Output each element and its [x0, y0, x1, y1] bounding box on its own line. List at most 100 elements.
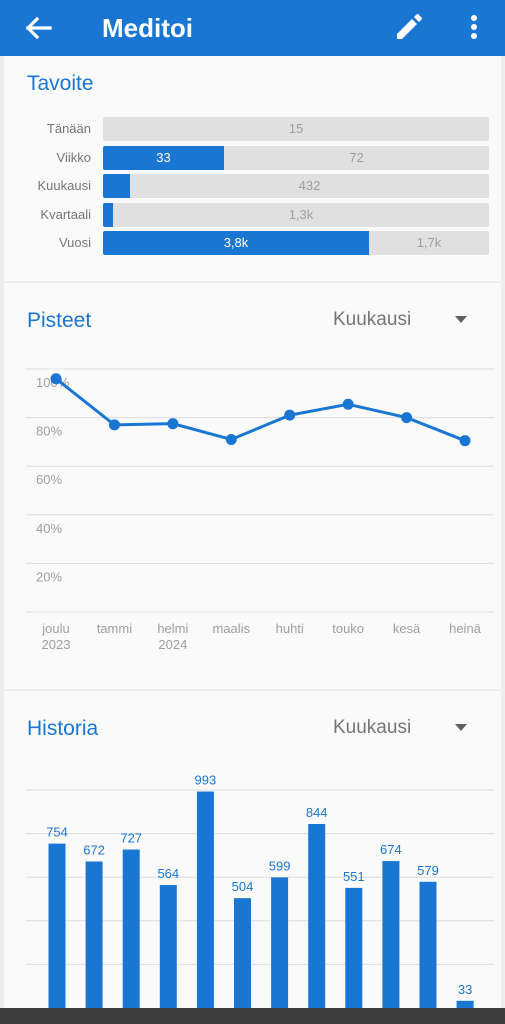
bar-value-label: 564 [157, 866, 179, 881]
goal-remaining-value: 1,7k [416, 235, 442, 250]
goal-done-value: 33 [156, 149, 171, 165]
x-tick-label: huhti [276, 621, 304, 636]
x-tick-label-line: 2024 [158, 637, 187, 652]
goal-remaining-value: 72 [349, 149, 364, 165]
x-tick-label: touko [332, 621, 364, 636]
data-point [108, 419, 120, 431]
data-point [401, 412, 413, 424]
goal-progress-track: 3,8k 1,7k [103, 231, 489, 255]
history-bar [196, 791, 214, 1024]
data-point [50, 373, 62, 385]
points-card: Pisteet Kuukausi 20%40%60%80%100%joulu20… [4, 283, 501, 689]
points-title: Pisteet [27, 309, 92, 332]
goal-row-label: Viikko [56, 149, 91, 165]
more-vert-icon [471, 15, 477, 39]
history-bar [122, 849, 140, 1024]
goal-row-label: Vuosi [58, 235, 91, 250]
x-tick-label-line: joulu [41, 621, 69, 636]
history-bar [85, 861, 103, 1024]
app-bar: Meditoi [0, 0, 505, 56]
x-tick-label-line: kesä [393, 621, 421, 636]
goal-progress-track: 15 [103, 117, 489, 141]
x-tick-label: tammi [97, 621, 133, 636]
pencil-icon [397, 14, 422, 39]
x-tick-label-line: touko [332, 621, 364, 636]
goal-card: Tavoite Tänään 15 Viikko 33 72 Kuukausi 432 Kva… [4, 56, 501, 281]
data-point [342, 398, 354, 410]
data-point [459, 435, 471, 447]
app-title: Meditoi [102, 13, 193, 43]
y-tick-label: 60% [36, 472, 62, 487]
goal-progress-track: 1,3k [103, 202, 489, 227]
system-nav-bar [0, 1008, 505, 1024]
history-bar [159, 885, 177, 1024]
goal-row: Kuukausi 432 [4, 174, 501, 198]
history-period-label: Kuukausi [333, 717, 412, 738]
bar-value-label: 672 [83, 843, 105, 858]
goal-row-label: Kuukausi [37, 178, 91, 193]
history-bar [308, 824, 326, 1024]
more-options-button[interactable] [462, 12, 486, 44]
points-period-label: Kuukausi [333, 309, 412, 330]
goal-row: Viikko 33 72 [4, 145, 501, 170]
arrow-left-icon [25, 16, 52, 40]
history-bar [271, 877, 289, 1024]
bar-value-label: 727 [120, 831, 142, 846]
goal-title: Tavoite [27, 72, 94, 95]
bar-value-label: 551 [343, 869, 365, 884]
y-tick-label: 80% [36, 424, 62, 439]
y-tick-label: 40% [36, 521, 62, 536]
goal-remaining-value: 432 [298, 178, 321, 193]
bar-value-label: 579 [417, 863, 439, 878]
points-period-dropdown[interactable]: Kuukausi [333, 305, 483, 335]
bar-value-label: 993 [195, 773, 217, 788]
bar-value-label: 33 [458, 982, 472, 997]
app-root: Meditoi Tavoite Tänään 15 Viikko 33 72 Kuukau… [0, 0, 505, 1024]
history-title: Historia [27, 717, 99, 740]
goal-progress-track: 33 72 [103, 145, 489, 170]
x-tick-label-line: tammi [97, 621, 133, 636]
goal-remaining-value: 15 [288, 121, 304, 136]
history-bar [419, 881, 437, 1024]
goal-progress-fill [103, 174, 130, 198]
history-card: Historia Kuukausi 754 672 727 564 993 504 599 8… [4, 691, 501, 1024]
goal-row: Kvartaali 1,3k [4, 202, 501, 227]
goal-row-label: Kvartaali [40, 206, 91, 222]
bar-value-label: 674 [380, 842, 402, 857]
bar-value-label: 504 [232, 879, 254, 894]
goal-progress-track: 432 [103, 174, 489, 198]
goal-progress-fill [103, 202, 113, 227]
bar-value-label: 599 [269, 858, 291, 873]
x-tick-label: kesä [393, 621, 421, 636]
goal-row: Vuosi 3,8k 1,7k [4, 231, 501, 255]
goal-row-label: Tänään [46, 121, 91, 136]
x-tick-label-line: helmi [157, 621, 188, 636]
history-bar [234, 898, 251, 1024]
data-point [167, 418, 179, 430]
x-tick-label-line: heinä [449, 621, 482, 636]
points-line-chart: 20%40%60%80%100%joulu2023tammihelmi2024m… [26, 368, 494, 652]
history-bar [345, 887, 363, 1024]
history-period-dropdown[interactable]: Kuukausi [333, 713, 483, 743]
bar-value-label: 754 [46, 825, 68, 840]
goal-done-value: 3,8k [223, 235, 249, 250]
caret-down-icon [455, 724, 467, 731]
goal-row: Tänään 15 [4, 117, 501, 141]
caret-down-icon [455, 316, 467, 323]
history-bar-chart: 754 672 727 564 993 504 599 844 551 674 579 33 [26, 773, 494, 1024]
x-tick-label: joulu 2023 [41, 621, 70, 652]
x-tick-label-line: maalis [212, 621, 250, 636]
back-button[interactable] [22, 12, 58, 44]
edit-button[interactable] [390, 10, 426, 46]
history-bar [48, 843, 66, 1024]
x-tick-label: helmi 2024 [157, 621, 188, 652]
data-point [225, 433, 237, 445]
x-tick-label: heinä [449, 621, 482, 636]
x-tick-label: maalis [212, 621, 250, 636]
y-tick-label: 20% [36, 569, 62, 584]
x-tick-label-line: 2023 [42, 637, 71, 652]
history-bar [382, 861, 400, 1024]
data-point [284, 409, 296, 421]
series-line [55, 377, 466, 443]
bar-value-label: 844 [306, 805, 328, 820]
